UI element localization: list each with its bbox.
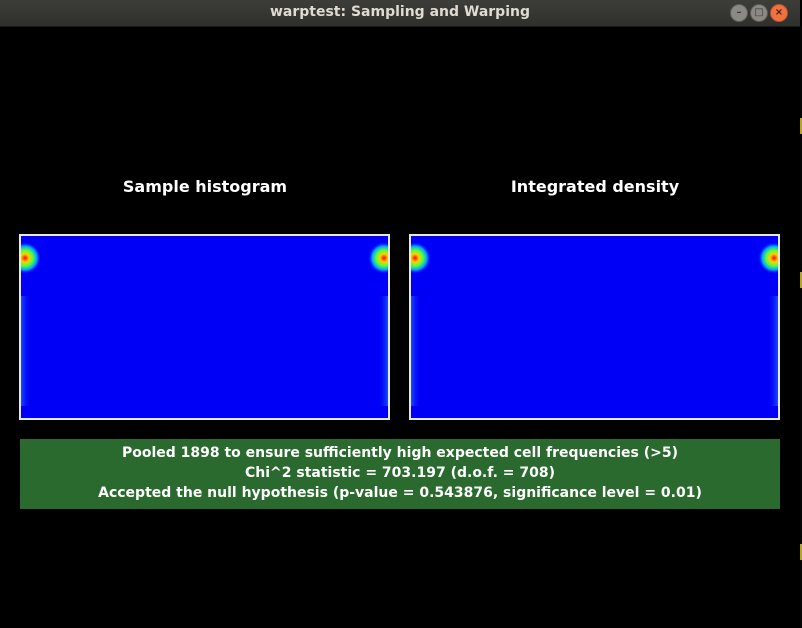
window-titlebar: warptest: Sampling and Warping – □ × [0, 0, 800, 27]
sample-histogram-heatmap [21, 242, 388, 406]
hotspot-left [411, 242, 431, 274]
window-controls: – □ × [730, 4, 788, 22]
render-canvas: Sample histogram Integrated density Pool… [0, 27, 800, 627]
hotspot-right [368, 242, 388, 274]
pooling-line: Pooled 1898 to ensure sufficiently high … [121, 445, 679, 461]
test-results-panel: Pooled 1898 to ensure sufficiently high … [20, 439, 780, 509]
sample-histogram-label: Sample histogram [122, 177, 288, 196]
close-button[interactable]: × [770, 4, 788, 22]
hotspot-right [758, 242, 778, 274]
edge-glow-left [411, 296, 421, 406]
window-title: warptest: Sampling and Warping [269, 4, 530, 20]
hotspot-left [21, 242, 41, 274]
edge-glow-left [21, 296, 31, 406]
sample-histogram-plot [19, 234, 390, 420]
minimize-button[interactable]: – [730, 4, 748, 22]
integrated-density-heatmap [411, 242, 778, 406]
edge-glow-right [378, 296, 388, 406]
chi-square-line: Chi^2 statistic = 703.197 (d.o.f. = 708) [244, 465, 555, 481]
edge-glow-right [768, 296, 778, 406]
hypothesis-line: Accepted the null hypothesis (p-value = … [98, 485, 702, 501]
integrated-density-plot [409, 234, 780, 420]
integrated-density-label: Integrated density [510, 177, 680, 196]
maximize-button[interactable]: □ [750, 4, 768, 22]
